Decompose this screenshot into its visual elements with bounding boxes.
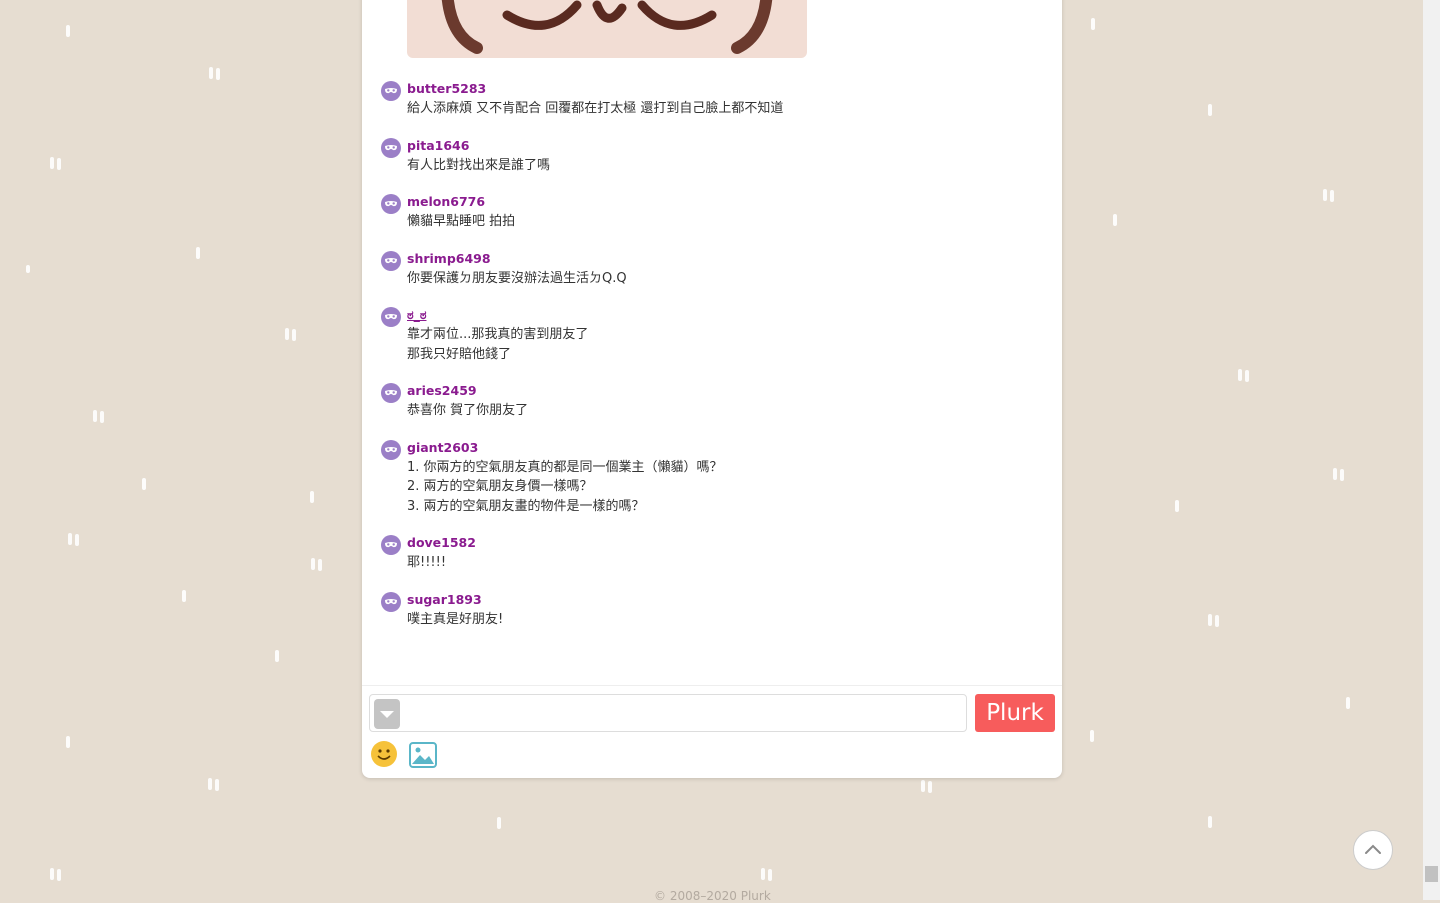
emoticon-face-image	[441, 0, 773, 54]
response-input[interactable]	[369, 694, 967, 732]
response-username[interactable]: shrimp6498	[407, 249, 491, 269]
response-username[interactable]: sugar1893	[407, 590, 482, 610]
mask-icon[interactable]	[381, 383, 401, 403]
mask-icon[interactable]	[381, 307, 401, 327]
footer-copyright: © 2008–2020 Plurk	[654, 889, 771, 903]
response-username[interactable]: giant2603	[407, 438, 478, 458]
response-list: butter5283 給人添麻煩 又不肯配合 回覆都在打太極 還打到自己臉上都不知…	[362, 78, 1062, 645]
response-text-line: 3. 兩方的空氣朋友畫的物件是一樣的嗎？	[407, 498, 645, 514]
response-username[interactable]: ಠ_ಠ	[407, 305, 426, 325]
response-item: aries2459 恭喜你 賀了你朋友了	[362, 380, 1062, 421]
response-text-line: 那我只好賠他錢了	[407, 346, 512, 362]
mask-icon[interactable]	[381, 194, 401, 214]
response-text-line: 有人比對找出來是誰了嗎	[407, 157, 551, 173]
response-item: shrimp6498 你要保護ㄉ朋友要沒辦法過生活ㄉQ.Q	[362, 248, 1062, 289]
page-scrollbar[interactable]	[1423, 0, 1440, 900]
response-text: 恭喜你 賀了你朋友了	[407, 401, 1062, 421]
response-item: melon6776 懶貓早點睡吧 拍拍	[362, 191, 1062, 232]
mask-icon[interactable]	[381, 81, 401, 101]
response-text-line: 懶貓早點睡吧 拍拍	[407, 214, 516, 229]
plurk-submit-button[interactable]: Plurk	[975, 694, 1055, 732]
plurk-card: butter5283 給人添麻煩 又不肯配合 回覆都在打太極 還打到自己臉上都不知…	[362, 0, 1062, 778]
response-text: 有人比對找出來是誰了嗎	[407, 156, 1062, 176]
response-item: ಠ_ಠ 靠才兩位...那我真的害到朋友了 那我只好賠他錢了	[362, 304, 1062, 364]
response-text: 1. 你兩方的空氣朋友真的都是同一個業主（懶貓）嗎？ 2. 兩方的空氣朋友身價一樣…	[407, 458, 1062, 517]
response-username[interactable]: pita1646	[407, 136, 469, 156]
response-item: dove1582 耶!!!!!	[362, 532, 1062, 573]
mask-icon[interactable]	[381, 591, 401, 612]
response-text-line: 你要保護ㄉ朋友要沒辦法過生活ㄉQ.Q	[407, 270, 627, 286]
response-username[interactable]: aries2459	[407, 381, 477, 401]
response-text-line: 靠才兩位...那我真的害到朋友了	[407, 327, 589, 342]
response-text-line: 噗主真是好朋友!	[407, 611, 504, 627]
response-input-bar: Plurk	[362, 685, 1062, 779]
image-preview[interactable]	[407, 0, 807, 58]
response-item: giant2603 1. 你兩方的空氣朋友真的都是同一個業主（懶貓）嗎？ 2. 兩方…	[362, 437, 1062, 517]
scrollbar-thumb[interactable]	[1425, 866, 1438, 882]
response-text-line: 給人添麻煩 又不肯配合 回覆都在打太極 還打到自己臉上都不知道	[407, 101, 784, 116]
response-text: 耶!!!!!	[407, 553, 1062, 573]
smiley-icon[interactable]	[371, 741, 397, 767]
mask-icon[interactable]	[381, 439, 401, 460]
response-text: 你要保護ㄉ朋友要沒辦法過生活ㄉQ.Q	[407, 269, 1062, 289]
response-text-line: 耶!!!!!	[407, 555, 447, 570]
response-text: 給人添麻煩 又不肯配合 回覆都在打太極 還打到自己臉上都不知道	[407, 99, 1062, 119]
response-text-line: 1. 你兩方的空氣朋友真的都是同一個業主（懶貓）嗎？	[407, 459, 723, 475]
response-item: pita1646 有人比對找出來是誰了嗎	[362, 135, 1062, 176]
response-item: sugar1893 噗主真是好朋友!	[362, 589, 1062, 630]
response-text-line: 2. 兩方的空氣朋友身價一樣嗎？	[407, 479, 593, 494]
response-text: 噗主真是好朋友!	[407, 610, 1062, 630]
mask-icon[interactable]	[381, 250, 401, 271]
response-item: butter5283 給人添麻煩 又不肯配合 回覆都在打太極 還打到自己臉上都不知…	[362, 78, 1062, 119]
response-text: 靠才兩位...那我真的害到朋友了 那我只好賠他錢了	[407, 325, 1062, 364]
mask-icon[interactable]	[381, 535, 401, 555]
chevron-down-icon[interactable]	[374, 699, 400, 729]
response-username[interactable]: dove1582	[407, 533, 476, 553]
image-icon[interactable]	[409, 742, 437, 772]
response-username[interactable]: melon6776	[407, 192, 485, 212]
mask-icon[interactable]	[381, 137, 401, 158]
chevron-up-icon	[1365, 844, 1381, 854]
response-text: 懶貓早點睡吧 拍拍	[407, 212, 1062, 232]
response-username[interactable]: butter5283	[407, 79, 486, 99]
scroll-to-top-button[interactable]	[1353, 830, 1393, 870]
response-text-line: 恭喜你 賀了你朋友了	[407, 403, 529, 418]
